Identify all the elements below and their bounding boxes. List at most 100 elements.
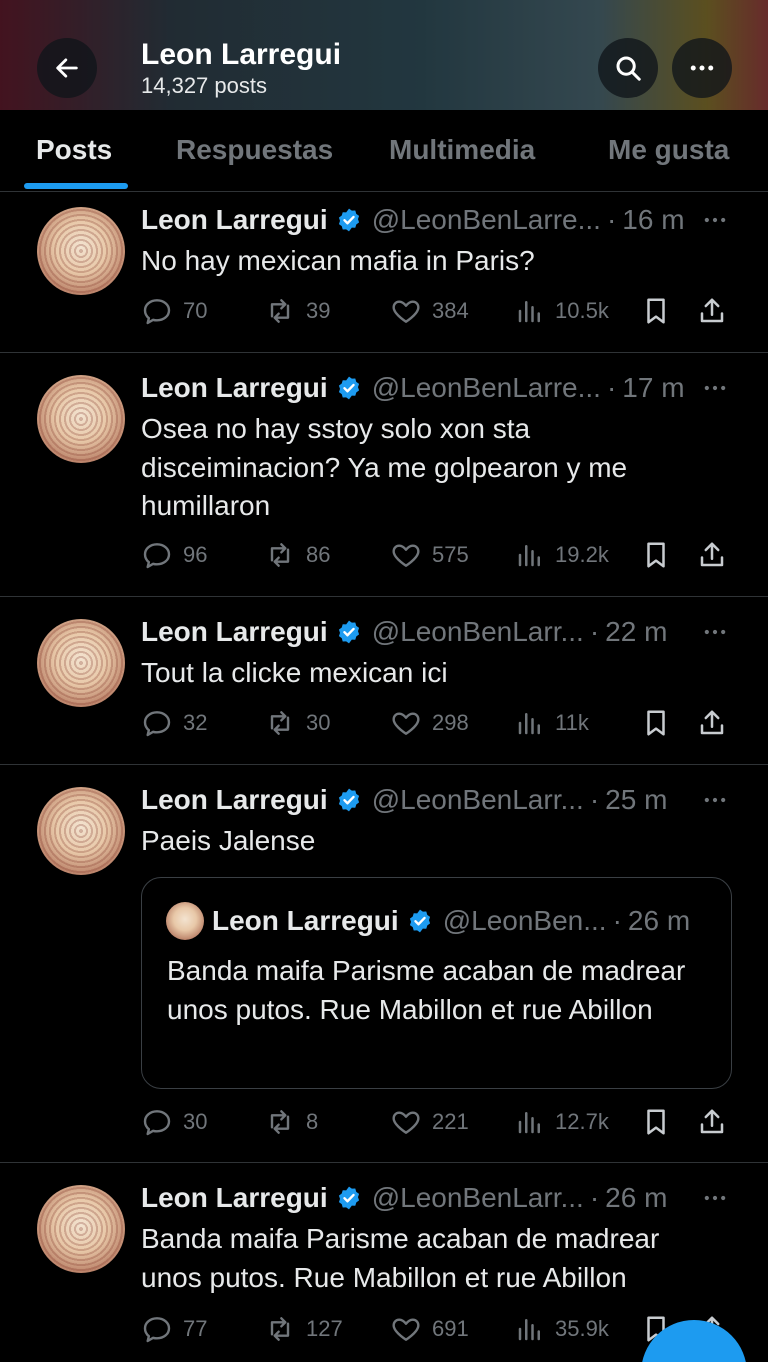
views-button[interactable]: 12.7k (515, 1102, 609, 1142)
bookmark-button[interactable] (641, 703, 681, 743)
views-button[interactable]: 35.9k (515, 1309, 609, 1349)
profile-name: Leon Larregui (141, 38, 342, 71)
tweet-actions: 96 86 575 19.2k (141, 535, 741, 575)
views-icon (515, 1314, 545, 1344)
share-button[interactable] (697, 1102, 737, 1142)
share-button[interactable] (697, 291, 737, 331)
tweet-text: Osea no hay sstoy solo xon sta disceimin… (141, 413, 628, 521)
tab-respuestas[interactable]: Respuestas (176, 134, 333, 166)
retweet-button[interactable]: 30 (264, 703, 330, 743)
quoted-tweet-text: Banda maifa Parisme acaban de madrear un… (167, 955, 686, 1025)
share-button[interactable] (697, 703, 737, 743)
reply-icon (141, 1313, 173, 1345)
tweet[interactable]: Leon Larregui @LeonBenLarr... · 25 m Pae… (0, 765, 768, 1163)
reply-button[interactable]: 30 (141, 1102, 207, 1142)
like-button[interactable]: 384 (390, 291, 469, 331)
tweet-more-button[interactable] (700, 1178, 730, 1218)
views-button[interactable]: 19.2k (515, 535, 609, 575)
reply-count: 70 (183, 298, 208, 323)
like-icon (390, 1106, 422, 1138)
tweet-header: Leon Larregui @LeonBenLarre... · 16 m (141, 200, 685, 240)
more-options-button[interactable] (672, 38, 732, 98)
timestamp[interactable]: 25 m (605, 784, 667, 816)
view-count: 35.9k (555, 1316, 609, 1341)
reply-button[interactable]: 70 (141, 291, 207, 331)
tweet-more-button[interactable] (700, 612, 730, 652)
tweet-more-button[interactable] (700, 368, 730, 408)
author-handle[interactable]: @LeonBenLarre... (372, 204, 601, 236)
more-icon (701, 206, 729, 234)
author-handle[interactable]: @LeonBenLarr... (372, 1182, 584, 1214)
like-button[interactable]: 691 (390, 1309, 469, 1349)
author-name[interactable]: Leon Larregui (141, 372, 328, 404)
author-name[interactable]: Leon Larregui (141, 616, 328, 648)
tab-me-gusta[interactable]: Me gusta (608, 134, 729, 166)
tweet-more-button[interactable] (700, 200, 730, 240)
share-icon (697, 1107, 727, 1137)
author-name[interactable]: Leon Larregui (141, 784, 328, 816)
author-handle: @LeonBen... (442, 905, 607, 936)
verified-badge-icon (336, 787, 362, 813)
reply-count: 96 (183, 542, 208, 567)
retweet-button[interactable]: 8 (264, 1102, 318, 1142)
share-icon (697, 708, 727, 738)
back-arrow-icon (56, 58, 78, 78)
author-name: Leon Larregui (212, 905, 399, 936)
avatar[interactable] (37, 375, 125, 463)
retweet-icon (264, 1106, 296, 1138)
tweet[interactable]: Leon Larregui @LeonBenLarr... · 26 m Ban… (0, 1163, 768, 1362)
reply-button[interactable]: 96 (141, 535, 207, 575)
tweet[interactable]: Leon Larregui @LeonBenLarre... · 17 m Os… (0, 353, 768, 597)
tweet[interactable]: Leon Larregui @LeonBenLarr... · 22 m Tou… (0, 597, 768, 765)
post-count: 14,327 posts (141, 73, 267, 98)
retweet-button[interactable]: 127 (264, 1309, 343, 1349)
retweet-count: 8 (306, 1109, 319, 1134)
avatar[interactable] (37, 787, 125, 875)
tweet-more-button[interactable] (700, 780, 730, 820)
timestamp[interactable]: 26 m (605, 1182, 667, 1214)
tab-posts[interactable]: Posts (36, 134, 112, 166)
author-name[interactable]: Leon Larregui (141, 204, 328, 236)
author-name[interactable]: Leon Larregui (141, 1182, 328, 1214)
timestamp[interactable]: 17 m (622, 372, 684, 404)
share-button[interactable] (697, 535, 737, 575)
back-button[interactable] (37, 38, 97, 98)
reply-button[interactable]: 77 (141, 1309, 207, 1349)
like-button[interactable]: 575 (390, 535, 469, 575)
views-button[interactable]: 10.5k (515, 291, 609, 331)
like-count: 384 (432, 298, 469, 323)
search-icon (616, 56, 641, 81)
reply-icon (141, 707, 173, 739)
timestamp[interactable]: 22 m (605, 616, 667, 648)
retweet-icon (264, 539, 296, 571)
author-handle[interactable]: @LeonBenLarr... (372, 784, 584, 816)
retweet-button[interactable]: 86 (264, 535, 330, 575)
bookmark-button[interactable] (641, 535, 681, 575)
views-button[interactable]: 11k (515, 703, 589, 743)
verified-badge-icon (336, 619, 362, 645)
avatar[interactable] (37, 1185, 125, 1273)
tweet-actions: 70 39 384 10.5k (141, 291, 741, 331)
like-button[interactable]: 221 (390, 1102, 469, 1142)
retweet-button[interactable]: 39 (264, 291, 330, 331)
reply-icon (141, 1106, 173, 1138)
bookmark-button[interactable] (641, 291, 681, 331)
avatar[interactable] (37, 619, 125, 707)
profile-tabs: Posts Respuestas Multimedia Me gusta (0, 110, 768, 192)
timestamp[interactable]: 16 m (622, 204, 684, 236)
like-button[interactable]: 298 (390, 703, 469, 743)
author-handle[interactable]: @LeonBenLarr... (372, 616, 584, 648)
share-icon (697, 296, 727, 326)
retweet-icon (264, 707, 296, 739)
like-count: 691 (432, 1316, 469, 1341)
search-button[interactable] (598, 38, 658, 98)
bookmark-button[interactable] (641, 1102, 681, 1142)
quoted-tweet[interactable]: Leon Larregui @LeonBen... · 26 m Banda m… (141, 877, 732, 1089)
reply-button[interactable]: 32 (141, 703, 207, 743)
author-handle[interactable]: @LeonBenLarre... (372, 372, 601, 404)
avatar[interactable] (37, 207, 125, 295)
tweet-text: No hay mexican mafia in Paris? (141, 245, 535, 276)
reply-count: 32 (183, 710, 208, 735)
tweet[interactable]: Leon Larregui @LeonBenLarre... · 16 m No… (0, 192, 768, 353)
tab-multimedia[interactable]: Multimedia (389, 134, 535, 166)
